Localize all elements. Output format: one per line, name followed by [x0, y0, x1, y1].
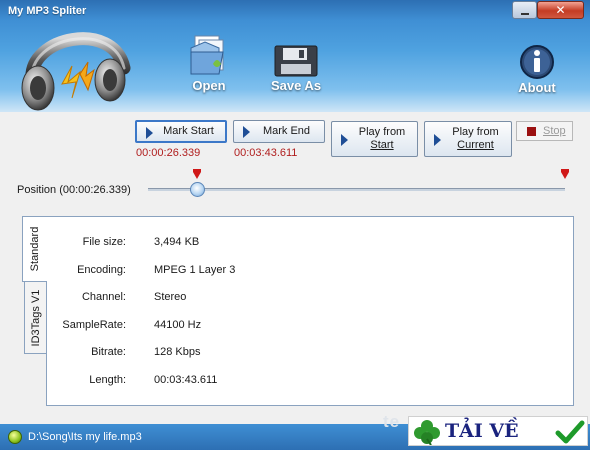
play-triangle-icon	[146, 127, 153, 139]
mark-start-button[interactable]: Mark Start	[135, 120, 227, 143]
close-button[interactable]: ✕	[537, 1, 584, 19]
checkmark-icon	[555, 420, 585, 444]
tab-id3tags-label: ID3Tags V1	[29, 289, 42, 346]
stop-label: Stop	[543, 125, 566, 137]
about-label: About	[518, 80, 556, 95]
folder-document-icon	[190, 35, 224, 75]
start-marker-icon[interactable]	[193, 169, 202, 179]
stop-button[interactable]: Stop	[516, 121, 573, 141]
about-button[interactable]: About	[512, 44, 562, 95]
play-from-start-line2: Start	[370, 139, 394, 151]
headphones-icon	[21, 32, 131, 111]
play-from-current-label: Play from Current	[443, 122, 508, 156]
watermark-badge: TẢI VỀ	[408, 416, 588, 446]
position-slider[interactable]	[148, 188, 565, 191]
minimize-button[interactable]	[512, 1, 537, 19]
clover-icon	[414, 420, 440, 445]
position-label: Position (00:00:26.339)	[17, 184, 131, 196]
play-triangle-icon	[243, 126, 250, 138]
mark-start-label: Mark Start	[163, 125, 214, 137]
window-title: My MP3 Spliter	[8, 5, 87, 17]
app-window: My MP3 Spliter ✕ Open Save As About Mark…	[0, 0, 590, 450]
badge-text: TẢI VỀ	[445, 420, 519, 442]
play-from-current-line2: Current	[457, 139, 494, 151]
tab-standard[interactable]: Standard	[22, 216, 47, 282]
mark-end-button[interactable]: Mark End	[233, 120, 325, 143]
file-path: D:\Song\Its my life.mp3	[28, 431, 142, 443]
info-value: Stereo	[154, 291, 187, 303]
info-value: 3,494 KB	[154, 236, 200, 248]
mark-end-time: 00:03:43.611	[234, 147, 298, 159]
mark-end-label: Mark End	[262, 125, 311, 137]
mark-start-time: 00:00:26.339	[136, 147, 201, 159]
play-triangle-icon	[434, 134, 441, 146]
info-label: File size:	[82, 236, 126, 248]
info-label: SampleRate:	[62, 318, 126, 331]
music-file-icon	[8, 430, 22, 444]
play-from-start-button[interactable]: Play from Start	[331, 121, 418, 157]
end-marker-icon[interactable]	[561, 169, 569, 179]
play-from-start-label: Play from Start	[350, 122, 414, 156]
header-band: My MP3 Spliter ✕ Open Save As About	[0, 0, 590, 112]
floppy-disk-icon	[274, 45, 318, 77]
play-triangle-icon	[341, 134, 348, 146]
info-value: MPEG 1 Layer 3	[154, 263, 236, 276]
tab-id3tags[interactable]: ID3Tags V1	[24, 281, 47, 354]
info-value: 00:03:43.611	[154, 373, 218, 386]
save-as-label: Save As	[270, 78, 322, 93]
slider-thumb[interactable]	[190, 182, 206, 197]
info-value: 128 Kbps	[154, 346, 201, 358]
info-icon	[520, 45, 554, 79]
info-label: Encoding:	[77, 263, 126, 276]
play-from-start-line1: Play from	[358, 126, 406, 138]
info-value: 44100 Hz	[154, 318, 202, 331]
open-label: Open	[192, 78, 226, 93]
info-label: Bitrate:	[91, 346, 126, 358]
open-button[interactable]: Open	[184, 34, 234, 93]
close-icon: ✕	[555, 3, 566, 17]
info-label: Channel:	[81, 291, 126, 303]
play-from-current-button[interactable]: Play from Current	[424, 121, 512, 157]
stop-square-icon	[527, 127, 536, 136]
tab-standard-label: Standard	[29, 226, 41, 272]
info-label: Length:	[89, 373, 126, 386]
play-from-current-line1: Play from	[452, 126, 499, 138]
watermark-text: te	[383, 412, 401, 431]
save-as-button[interactable]: Save As	[265, 44, 327, 93]
